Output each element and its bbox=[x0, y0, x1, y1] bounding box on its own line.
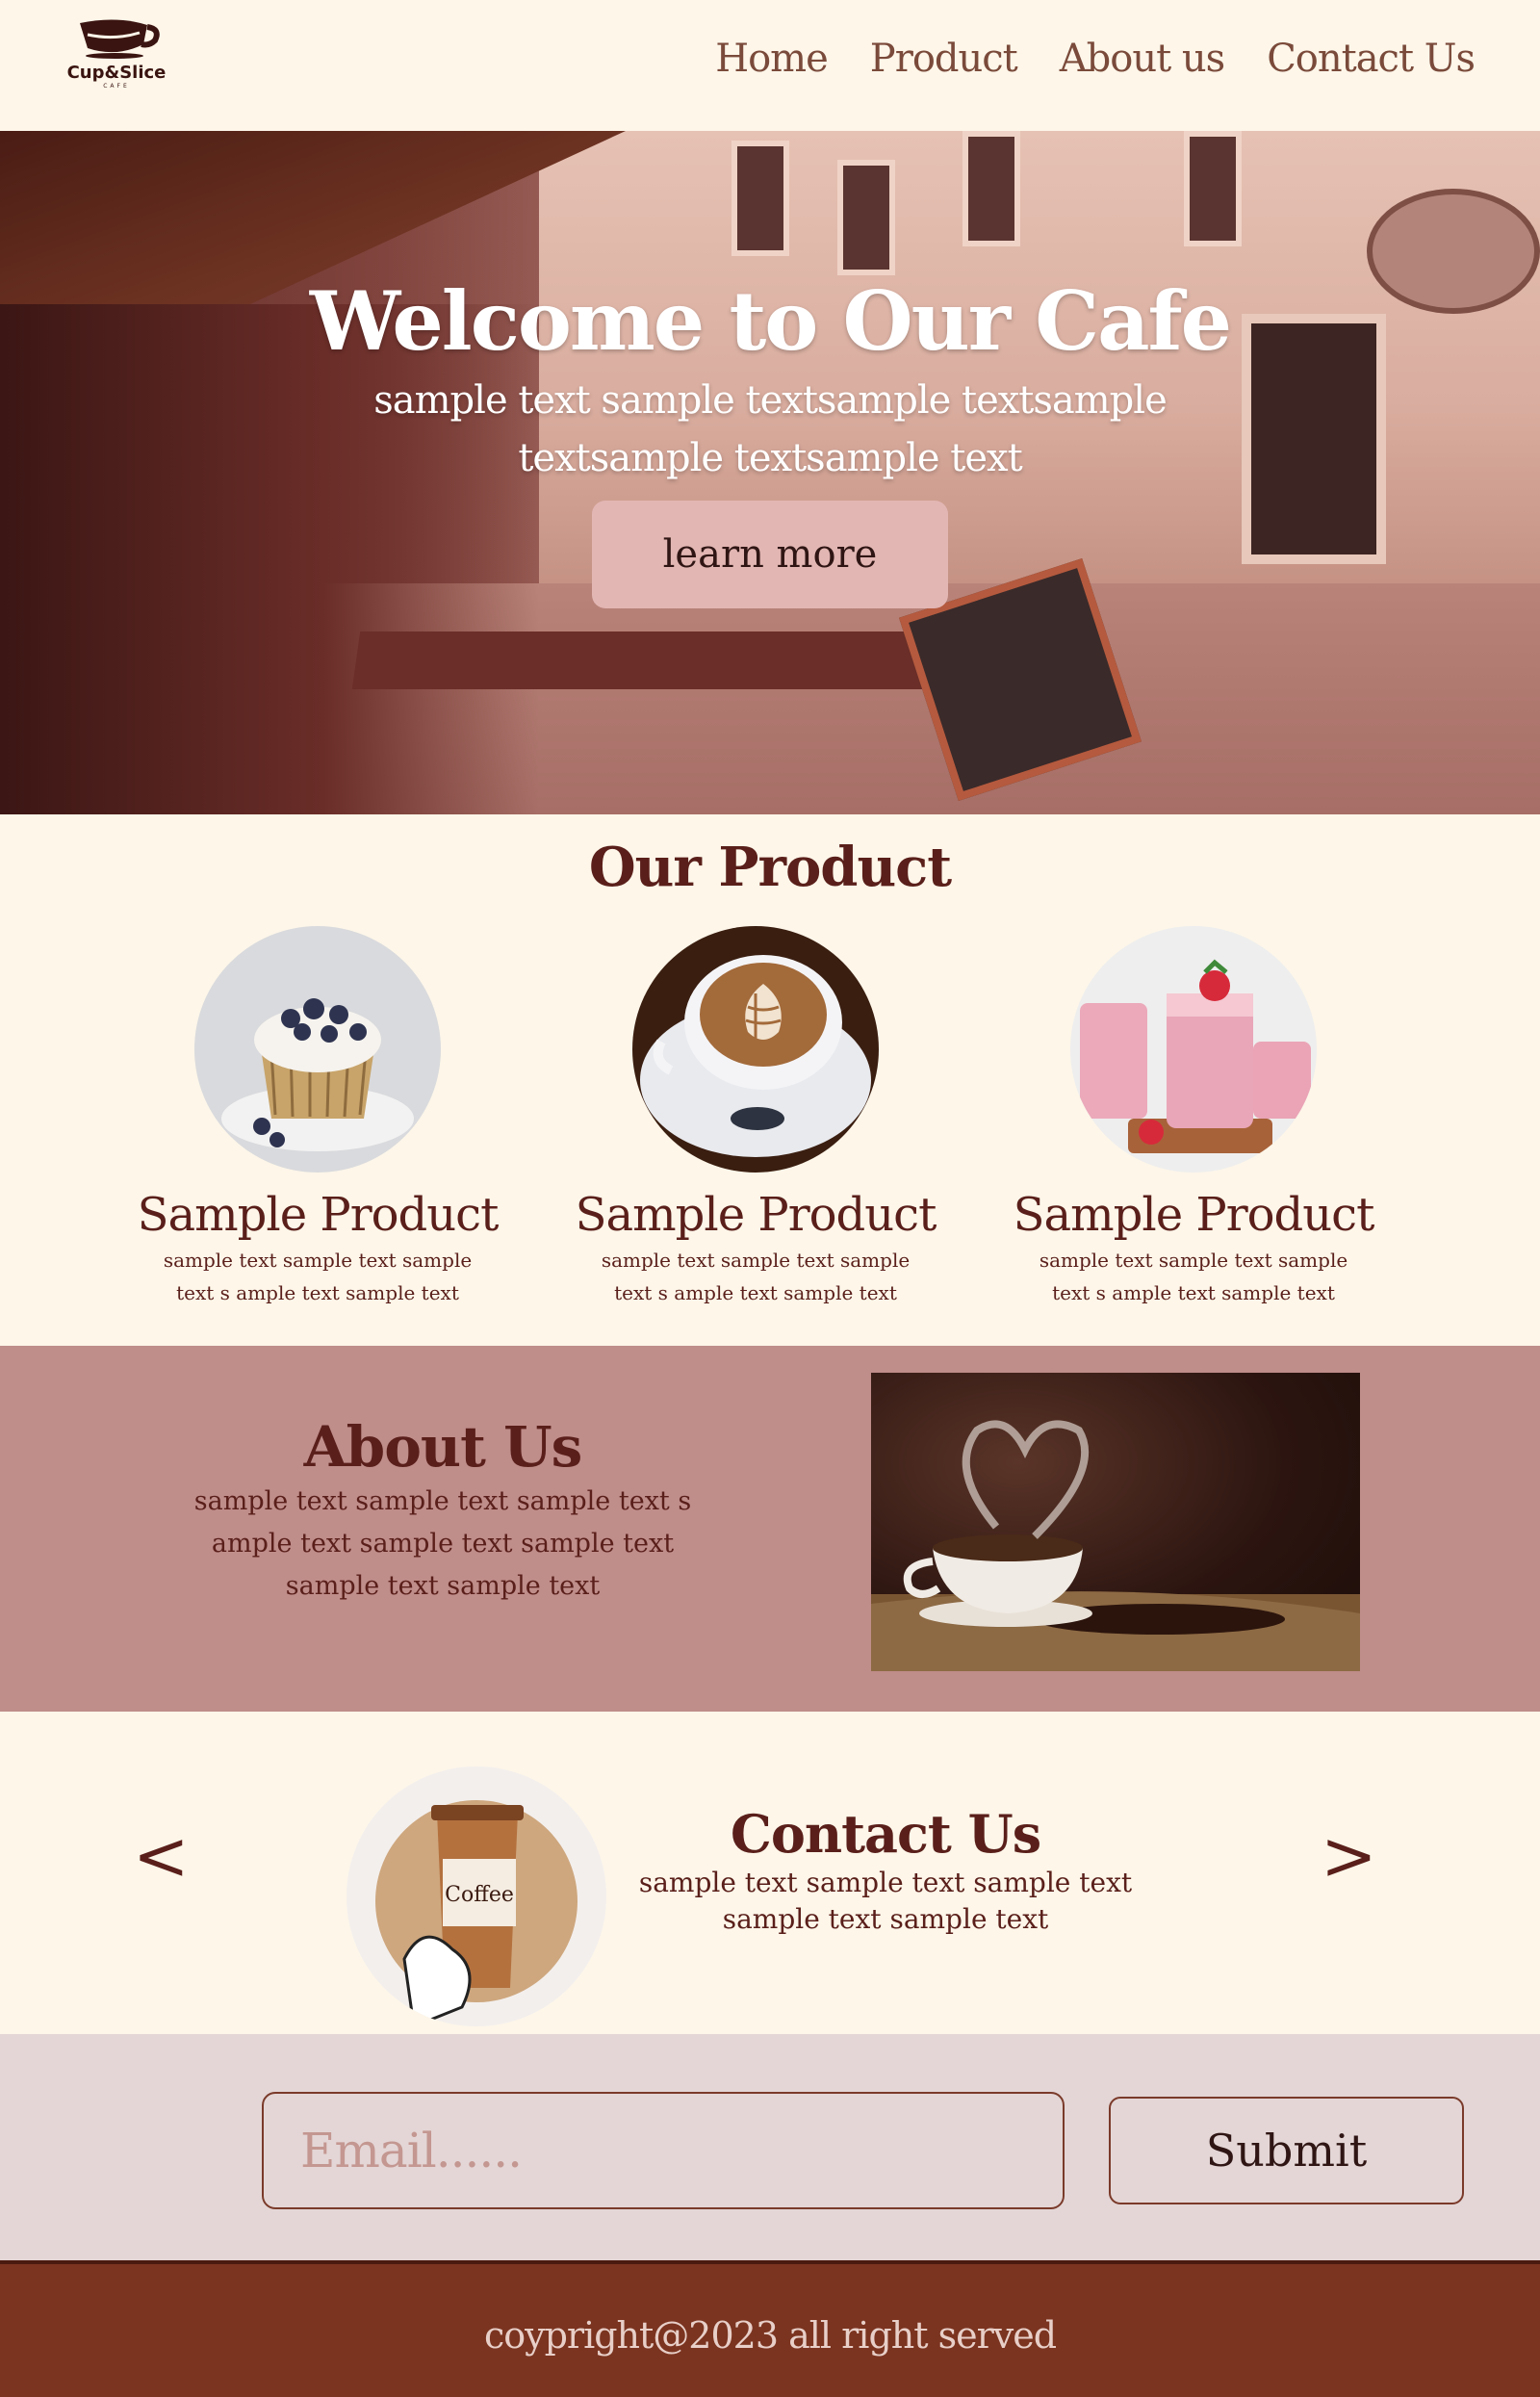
footer: coypright@2023 all right served bbox=[0, 2260, 1540, 2397]
contact-section: < Coffee Contact Us sample text sample t… bbox=[0, 1712, 1540, 2034]
muffin-icon bbox=[194, 926, 441, 1173]
hero-subtitle: sample text sample textsample textsample… bbox=[373, 378, 1168, 480]
product-description: sample text sample text sample text s am… bbox=[601, 1249, 911, 1304]
coffee-to-go-image: Coffee bbox=[346, 1766, 606, 2026]
coffee-to-go-icon: Coffee bbox=[375, 1800, 578, 2026]
learn-more-button[interactable]: learn more bbox=[592, 501, 948, 608]
coffee-steam-image bbox=[871, 1373, 1360, 1671]
carousel-next-button[interactable]: > bbox=[1321, 1817, 1377, 1894]
product-card[interactable]: Sample Product sample text sample text s… bbox=[1001, 926, 1386, 1309]
brand-subtitle: CAFE bbox=[103, 83, 130, 90]
about-text-block: About Us sample text sample text sample … bbox=[183, 1413, 703, 1608]
nav-about-link[interactable]: About us bbox=[1060, 37, 1225, 81]
about-title: About Us bbox=[303, 1414, 583, 1480]
brand-logo[interactable]: Cup&Slice CAFE bbox=[64, 15, 169, 96]
submit-button[interactable]: Submit bbox=[1109, 2097, 1464, 2204]
contact-title: Contact Us bbox=[730, 1803, 1041, 1865]
latte-icon bbox=[632, 926, 879, 1173]
product-name: Sample Product bbox=[137, 1188, 500, 1242]
hero-banner: Welcome to Our Cafe sample text sample t… bbox=[0, 131, 1540, 814]
about-section: About Us sample text sample text sample … bbox=[0, 1346, 1540, 1712]
top-nav: Cup&Slice CAFE Home Product About us Con… bbox=[0, 0, 1540, 131]
product-name: Sample Product bbox=[575, 1188, 937, 1242]
products-title: Our Product bbox=[588, 836, 952, 899]
products-section: Our Product Sample Product sample text s… bbox=[0, 814, 1540, 1346]
smoothie-icon bbox=[1070, 926, 1317, 1173]
brand-name: Cup&Slice bbox=[66, 63, 167, 83]
newsletter-section: Submit bbox=[0, 2034, 1540, 2260]
contact-description: sample text sample text sample text samp… bbox=[638, 1867, 1133, 1935]
hero-window-decor bbox=[962, 131, 1020, 246]
hero-window-decor bbox=[1184, 131, 1242, 246]
nav-contact-link[interactable]: Contact Us bbox=[1267, 37, 1476, 81]
smoothie-image bbox=[1070, 926, 1317, 1173]
product-description: sample text sample text sample text s am… bbox=[1039, 1249, 1348, 1304]
cup-label: Coffee bbox=[445, 1883, 514, 1907]
muffin-image bbox=[194, 926, 441, 1173]
product-card[interactable]: Sample Product sample text sample text s… bbox=[563, 926, 948, 1309]
hero-title: Welcome to Our Cafe bbox=[309, 273, 1232, 369]
hero-content: Welcome to Our Cafe sample text sample t… bbox=[0, 275, 1540, 608]
email-input[interactable] bbox=[262, 2092, 1065, 2209]
product-name: Sample Product bbox=[1013, 1188, 1375, 1242]
product-description: sample text sample text sample text s am… bbox=[163, 1249, 473, 1304]
carousel-prev-button[interactable]: < bbox=[133, 1817, 190, 1894]
copyright-text: coypright@2023 all right served bbox=[483, 2314, 1057, 2357]
coffee-cup-steam-icon bbox=[871, 1420, 1360, 1671]
about-description: sample text sample text sample text s am… bbox=[193, 1486, 692, 1601]
nav-product-link[interactable]: Product bbox=[870, 37, 1018, 81]
nav-links: Home Product About us Contact Us bbox=[715, 37, 1476, 81]
nav-home-link[interactable]: Home bbox=[715, 37, 829, 81]
latte-image bbox=[632, 926, 879, 1173]
hero-window-decor bbox=[732, 141, 789, 256]
hero-window-decor bbox=[837, 160, 895, 275]
contact-text-block: Contact Us sample text sample text sampl… bbox=[616, 1803, 1155, 1938]
hero-cafe-table bbox=[351, 631, 938, 689]
product-card[interactable]: Sample Product sample text sample text s… bbox=[125, 926, 510, 1309]
coffee-cup-icon bbox=[80, 19, 160, 59]
